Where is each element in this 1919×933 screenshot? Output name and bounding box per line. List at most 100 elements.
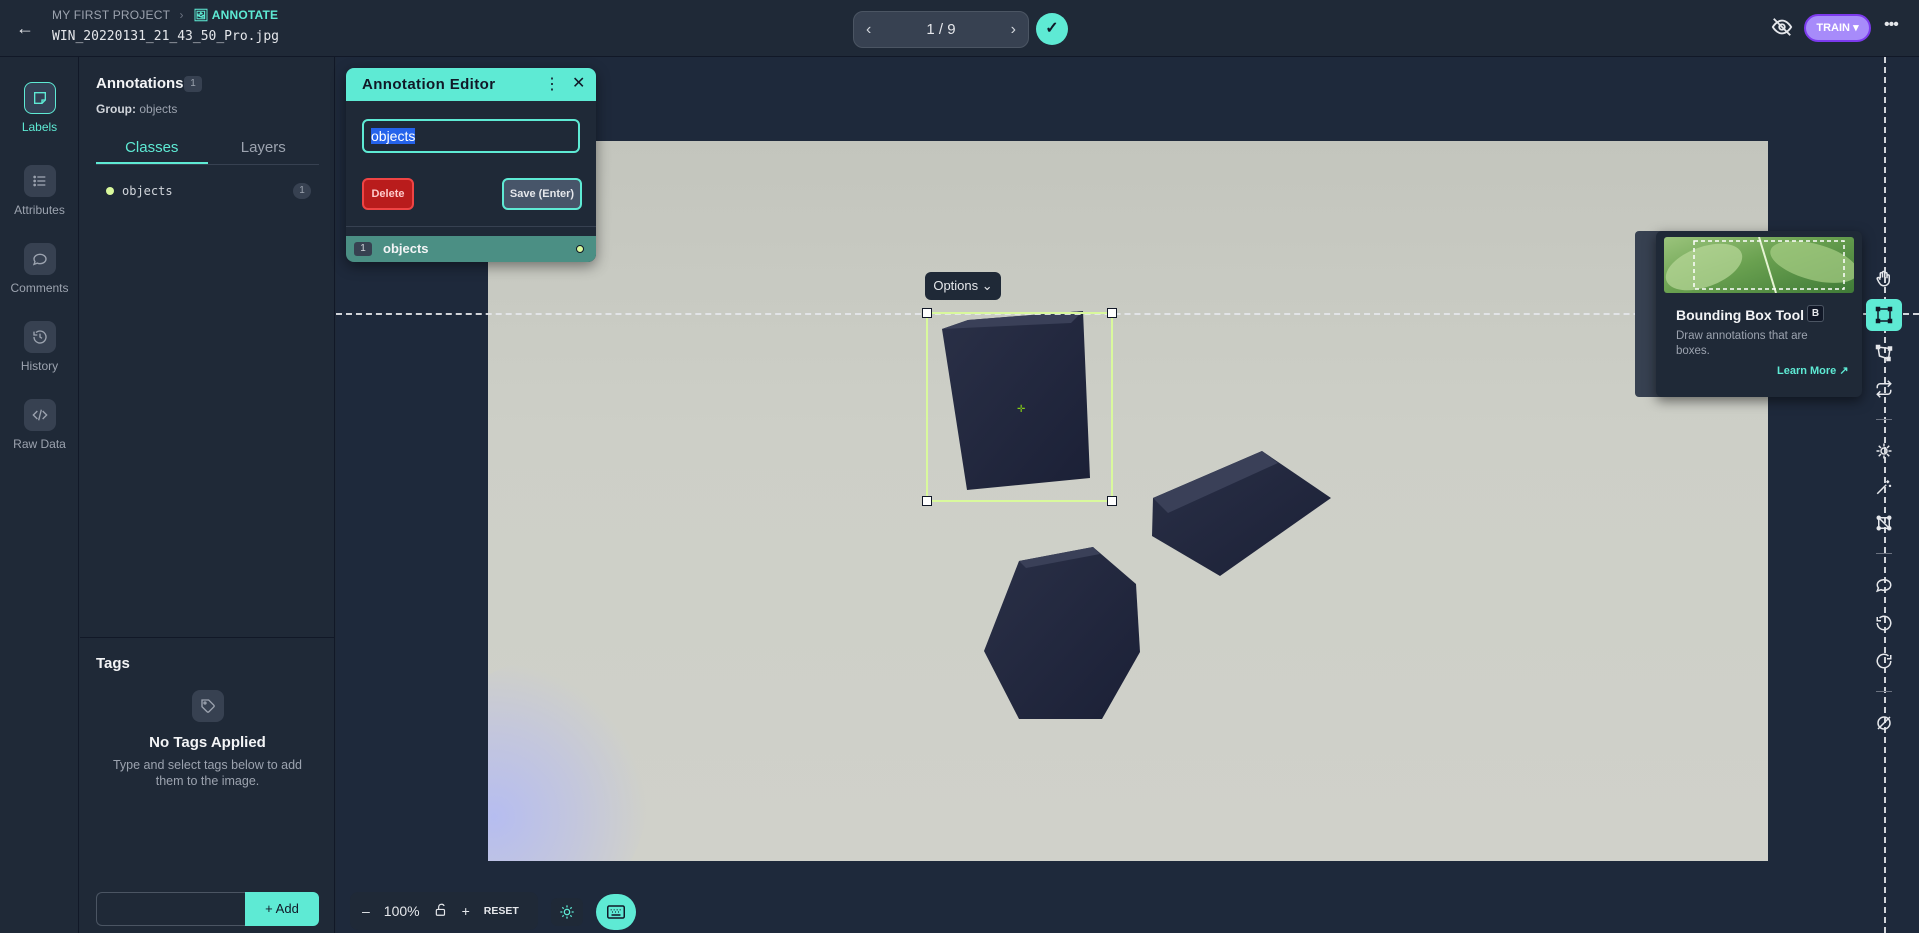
learn-more-link[interactable]: Learn More ↗ [1777, 364, 1849, 377]
zoom-in-button[interactable]: + [462, 903, 470, 919]
editor-header[interactable]: Annotation Editor ⋮ ✕ [346, 68, 596, 101]
class-name-input-value: objects [371, 128, 416, 144]
move-center-icon[interactable]: ✛ [1017, 404, 1025, 415]
vertical-dots-icon[interactable]: ⋮ [544, 74, 560, 94]
breadcrumb-section: ANNOTATE [211, 8, 279, 22]
group-label: Group: objects [96, 102, 177, 116]
annotation-editor-popup: Annotation Editor ⋮ ✕ objects Delete Sav… [346, 68, 596, 262]
resize-handle-bottom-left[interactable] [922, 496, 932, 506]
tag-input[interactable] [96, 892, 246, 926]
rail-raw-data[interactable]: Raw Data [0, 399, 79, 451]
options-dropdown-button[interactable]: Options ⌄ [925, 272, 1001, 300]
tool-preview-image [1664, 237, 1854, 293]
convert-tool-icon[interactable] [1866, 373, 1902, 405]
shortcut-key-badge: B [1807, 305, 1824, 322]
reset-zoom-button[interactable]: RESET [484, 905, 519, 917]
resize-handle-bottom-right[interactable] [1107, 496, 1117, 506]
rail-label: Raw Data [13, 437, 66, 451]
hand-tool-icon[interactable] [1866, 263, 1902, 295]
annotations-title: Annotations [96, 75, 184, 92]
rail-labels[interactable]: Labels [0, 82, 79, 134]
no-tags-description: Type and select tags below to add them t… [112, 758, 302, 788]
save-button[interactable]: Save (Enter) [502, 178, 582, 210]
zoom-out-button[interactable]: – [362, 903, 370, 919]
zoom-level: 100% [383, 903, 420, 919]
image-filename: WIN_20220131_21_43_50_Pro.jpg [52, 29, 279, 44]
keypoint-tool-icon[interactable] [1866, 507, 1902, 539]
plus-icon: + [265, 901, 273, 916]
add-tag-button[interactable]: + Add [245, 892, 319, 926]
breadcrumb-annotate: 🖼︎ ANNOTATE [193, 8, 278, 22]
rail-history[interactable]: History [0, 321, 79, 373]
next-image-button[interactable]: › [1011, 21, 1016, 39]
bounding-box-annotation[interactable]: ✛ [922, 308, 1117, 506]
tab-classes[interactable]: Classes [96, 133, 208, 164]
left-icon-rail: Labels Attributes Comments History Raw D… [0, 57, 79, 933]
redo-icon[interactable] [1866, 645, 1902, 677]
resize-handle-top-left[interactable] [922, 308, 932, 318]
hide-annotations-icon[interactable] [1866, 707, 1902, 739]
image-icon: 🖼︎ [193, 8, 209, 22]
no-tags-title: No Tags Applied [149, 734, 266, 751]
tooltip-title: Bounding Box Tool [1676, 307, 1805, 323]
brightness-icon[interactable] [551, 898, 583, 926]
smart-select-tool-icon[interactable] [1866, 435, 1902, 467]
labels-icon [23, 82, 56, 114]
panel-tabs: Classes Layers [96, 133, 319, 165]
dark-hexagon-shape [984, 547, 1140, 719]
rail-comments[interactable]: Comments [0, 243, 79, 295]
resize-handle-top-right[interactable] [1107, 308, 1117, 318]
back-arrow-icon[interactable]: ← [14, 17, 36, 39]
pager-count: 1 / 9 [926, 21, 956, 38]
approve-check-button[interactable]: ✓ [1036, 13, 1068, 45]
undo-icon[interactable] [1866, 607, 1902, 639]
divider [346, 226, 596, 227]
comment-tool-icon[interactable] [1866, 569, 1902, 601]
eye-off-icon[interactable] [1771, 16, 1793, 38]
rail-attributes[interactable]: Attributes [0, 165, 79, 217]
delete-button[interactable]: Delete [362, 178, 414, 210]
rail-label: Attributes [14, 203, 65, 217]
class-color-dot [576, 245, 584, 253]
comment-icon [23, 243, 56, 275]
group-value: objects [139, 102, 178, 116]
magic-wand-tool-icon[interactable] [1866, 471, 1902, 503]
lock-open-icon[interactable] [434, 903, 448, 920]
train-label: TRAIN [1816, 22, 1850, 34]
rail-label: History [20, 359, 59, 373]
train-button[interactable]: TRAIN ▾ [1804, 14, 1871, 42]
image-pager: ‹ 1 / 9 › [853, 11, 1029, 48]
class-list-item[interactable]: objects 1 [96, 181, 319, 201]
divider [1876, 553, 1892, 554]
tooltip-description: Draw annotations that are boxes. [1676, 330, 1808, 357]
divider [1876, 419, 1892, 420]
divider [80, 637, 335, 638]
suggestion-index: 1 [354, 242, 372, 256]
breadcrumb-project[interactable]: MY FIRST PROJECT [52, 8, 170, 22]
tool-tooltip-card: Bounding Box Tool B Draw annotations tha… [1656, 231, 1862, 397]
chevron-down-icon: ⌄ [981, 278, 993, 293]
class-suggestion-item[interactable]: 1 objects [346, 236, 596, 262]
top-bar: ← MY FIRST PROJECT › 🖼︎ ANNOTATE WIN_202… [0, 0, 1919, 57]
editor-title: Annotation Editor [362, 76, 496, 93]
polygon-tool-icon[interactable] [1866, 337, 1902, 369]
list-icon [23, 165, 56, 197]
code-icon [23, 399, 56, 431]
annotations-count-badge: 1 [184, 76, 202, 92]
keyboard-shortcuts-icon[interactable] [596, 894, 636, 930]
right-tool-rail [1858, 255, 1910, 755]
bounding-box-tool-icon[interactable] [1866, 299, 1902, 331]
close-icon[interactable]: ✕ [572, 73, 585, 93]
more-menu-icon[interactable]: ••• [1884, 16, 1899, 34]
class-name: objects [122, 184, 173, 198]
suggestion-name: objects [383, 241, 429, 256]
tab-layers[interactable]: Layers [208, 133, 320, 164]
prev-image-button[interactable]: ‹ [866, 21, 871, 39]
history-icon [23, 321, 56, 353]
annotated-image[interactable] [488, 141, 1768, 861]
options-label: Options [933, 278, 979, 293]
add-tag-label: Add [275, 901, 299, 916]
class-name-input[interactable]: objects [362, 119, 580, 153]
class-color-dot [106, 187, 114, 195]
tag-icon [192, 690, 224, 722]
